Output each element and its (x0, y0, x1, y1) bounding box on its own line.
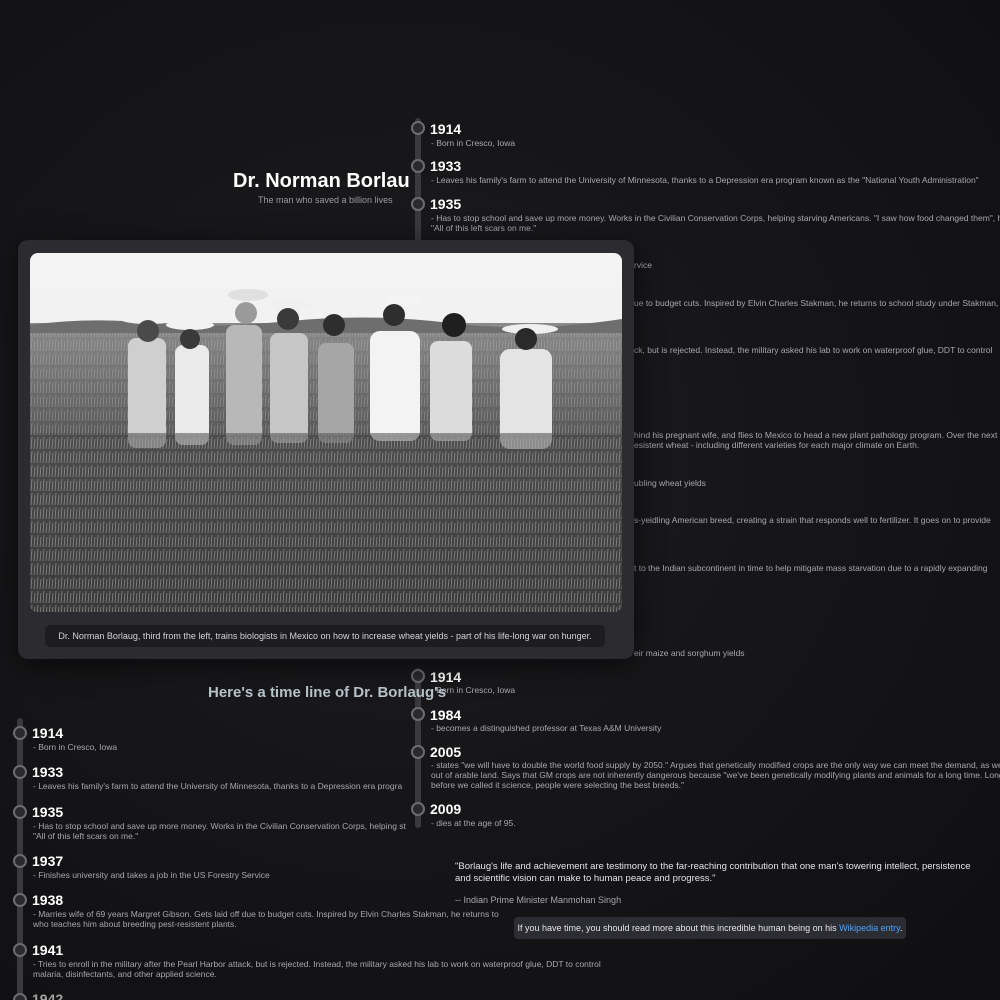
timeline-dot (13, 726, 27, 740)
timeline-text: before we called it science, people were… (431, 780, 684, 790)
page: 1914 - Born in Cresco, Iowa 1933 - Leave… (0, 0, 1000, 1000)
timeline-text: out of arable land. Says that GM crops a… (431, 770, 1000, 780)
quote-author: -- Indian Prime Minister Manmohan Singh (455, 895, 622, 905)
borlaug-photo (30, 253, 622, 612)
timeline-text-fragment: eir maize and sorghum yields (634, 648, 745, 658)
timeline-dot (411, 121, 425, 135)
timeline-year: 1935 (430, 196, 462, 212)
timeline-text-fragment: hind his pregnant wife, and flies to Mex… (634, 430, 1000, 440)
wikipedia-callout-text: If you have time, you should read more a… (517, 923, 840, 933)
timeline-dot (411, 197, 425, 211)
timeline-year: 1937 (32, 853, 64, 869)
timeline-text: - Leaves his family's farm to attend the… (33, 781, 403, 791)
timeline-dot (411, 802, 425, 816)
timeline-dot (411, 159, 425, 173)
timeline-dot (13, 765, 27, 779)
photo-caption: Dr. Norman Borlaug, third from the left,… (45, 625, 605, 647)
timeline-year: 2005 (430, 744, 462, 760)
timeline-text: - becomes a distinguished professor at T… (431, 723, 662, 733)
timeline-year: 2009 (430, 801, 462, 817)
timeline-text-fragment: ue to budget cuts. Inspired by Elvin Cha… (634, 298, 999, 308)
timeline-text-fragment: rvice (634, 260, 652, 270)
timeline-year: 1942 (32, 991, 64, 1000)
wikipedia-callout: If you have time, you should read more a… (514, 917, 906, 939)
timeline-text: "All of this left scars on me." (431, 223, 537, 233)
timeline-year: 1914 (32, 725, 64, 741)
timeline-year: 1984 (430, 707, 462, 723)
timeline-text: - Born in Cresco, Iowa (431, 138, 516, 148)
page-subtitle: The man who saved a billion lives (258, 195, 393, 205)
timeline-text-fragment: esistent wheat - including different var… (634, 440, 920, 450)
timeline-dot (13, 893, 27, 907)
timeline-text: - Tries to enroll in the military after … (33, 959, 601, 969)
timeline-text: "All of this left scars on me." (33, 831, 139, 841)
timeline-text: - Finishes university and takes a job in… (33, 870, 270, 880)
timeline-dot (13, 943, 27, 957)
timeline-text: malaria, disinfectants, and other applie… (33, 969, 217, 979)
timeline-text: who teaches him about breeding pest-resi… (33, 919, 237, 929)
timeline-heading: Here's a time line of Dr. Borlaug's (208, 684, 447, 701)
timeline-year: 1914 (430, 669, 462, 685)
timeline-dot (13, 805, 27, 819)
timeline-line-upper (415, 118, 421, 243)
timeline-year: 1914 (430, 121, 462, 137)
timeline-text: - dies at the age of 95. (431, 818, 516, 828)
timeline-text: - Has to stop school and save up more mo… (33, 821, 406, 831)
photo-modal[interactable]: Dr. Norman Borlaug, third from the left,… (18, 240, 634, 659)
timeline-dot (411, 745, 425, 759)
timeline-year: 1933 (430, 158, 462, 174)
timeline-dot (13, 993, 27, 1000)
wikipedia-link[interactable]: Wikipedia entry (839, 923, 900, 933)
page-title: Dr. Norman Borlau (233, 170, 410, 192)
timeline-text: - states "we will have to double the wor… (431, 760, 1000, 770)
timeline-text: - Born in Cresco, Iowa (33, 742, 118, 752)
timeline-text-fragment: t to the Indian subcontinent in time to … (634, 563, 988, 573)
wikipedia-callout-suffix: . (900, 923, 903, 933)
timeline-text-fragment: s-yeidling American breed, creating a st… (634, 515, 991, 525)
timeline-text-fragment: ck, but is rejected. Instead, the milita… (634, 345, 993, 355)
quote-text: "Borlaug's life and achievement are test… (455, 861, 971, 884)
timeline-text: - Has to stop school and save up more mo… (431, 213, 1000, 223)
timeline-text-fragment: ubling wheat yields (634, 478, 706, 488)
timeline-dot (411, 707, 425, 721)
timeline-text: - Marries wife of 69 years Margret Gibso… (33, 909, 499, 919)
timeline-year: 1941 (32, 942, 64, 958)
timeline-text: - Leaves his family's farm to attend the… (431, 175, 979, 185)
timeline-year: 1935 (32, 804, 64, 820)
timeline-dot (13, 854, 27, 868)
timeline-year: 1933 (32, 764, 64, 780)
timeline-year: 1938 (32, 892, 64, 908)
timeline-dot (411, 669, 425, 683)
